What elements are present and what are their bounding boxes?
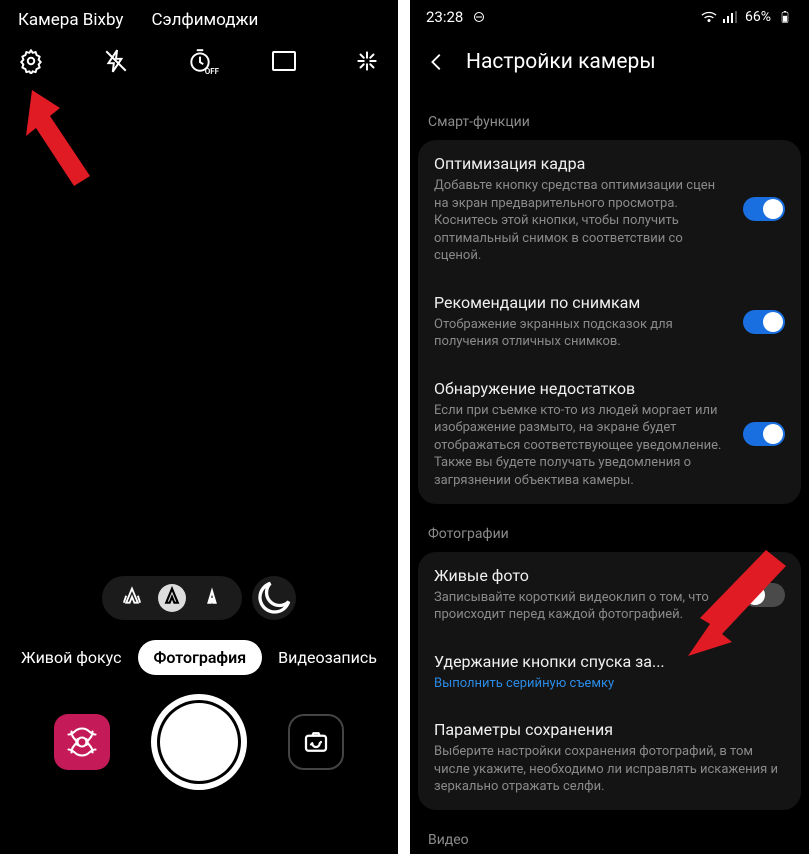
section-video-label: Видео [410,826,809,854]
camera-top-tabs: Камера Bixby Сэлфимоджи [0,0,398,30]
timer-icon[interactable]: OFF [187,48,213,74]
photos-card: Живые фото Записывайте короткий видеокли… [418,552,801,810]
status-time: 23:28 [426,8,463,26]
row-subtitle: Добавьте кнопку средства оптимизации сце… [434,177,731,265]
row-subtitle: Выполнить серийную съемку [434,675,785,693]
switch-camera-icon[interactable] [288,714,344,770]
battery-icon [777,11,793,23]
row-hold-shutter[interactable]: Удержание кнопки спуска за... Выполнить … [418,638,801,707]
status-battery-pct: 66% [745,9,771,25]
camera-toolbar: OFF 3:4 [0,30,398,74]
camera-screen: Камера Bixby Сэлфимоджи OFF 3:4 [0,0,398,854]
shutter-button[interactable] [157,700,241,784]
toggle-scene-optimizer[interactable] [743,197,785,221]
settings-screen: 23:28 66% Настройки камеры Смарт-функции [410,0,809,854]
row-subtitle: Записывайте короткий видеоклип о том, чт… [434,589,731,624]
row-subtitle: Выберите настройки сохранения фотографий… [434,743,785,796]
flash-off-icon[interactable] [103,48,129,74]
gear-icon[interactable] [18,48,44,74]
row-title: Обнаружение недостатков [434,379,731,398]
row-save-options[interactable]: Параметры сохранения Выберите настройки … [418,706,801,810]
tab-selfimoji[interactable]: Сэлфимоджи [151,10,258,30]
zoom-presets [102,576,242,620]
section-photos-label: Фотографии [410,520,809,552]
zoom-ultrawide-icon[interactable] [118,584,146,612]
row-title: Рекомендации по снимкам [434,293,731,312]
settings-header: Настройки камеры [410,32,809,108]
row-scene-optimizer[interactable]: Оптимизация кадра Добавьте кнопку средст… [418,140,801,279]
toggle-shot-suggestions[interactable] [743,310,785,334]
toggle-motion-photo[interactable] [743,583,785,607]
row-title: Живые фото [434,566,731,585]
row-subtitle: Отображение экранных подсказок для получ… [434,316,731,351]
timer-off-label: OFF [205,67,219,76]
row-title: Параметры сохранения [434,720,785,739]
smart-functions-card: Оптимизация кадра Добавьте кнопку средст… [418,140,801,504]
row-motion-photo[interactable]: Живые фото Записывайте короткий видеокли… [418,552,801,638]
camera-mode-row: Живой фокус Фотография Видеозапись [0,640,398,675]
gallery-thumbnail[interactable] [54,714,110,770]
mode-live-focus[interactable]: Живой фокус [21,648,121,667]
back-icon[interactable] [426,51,448,73]
aspect-ratio-icon[interactable]: 3:4 [272,51,296,71]
row-subtitle: Если при съемке кто-то из людей моргает … [434,402,731,490]
status-bar: 23:28 66% [410,0,809,32]
toggle-flaw-detection[interactable] [743,422,785,446]
section-smart-label: Смарт-функции [410,108,809,140]
filters-icon[interactable] [354,48,380,74]
mode-video[interactable]: Видеозапись [278,648,377,667]
night-mode-icon[interactable] [252,576,296,620]
row-shot-suggestions[interactable]: Рекомендации по снимкам Отображение экра… [418,279,801,365]
wifi-icon [701,11,717,23]
zoom-tele-icon[interactable] [198,584,226,612]
row-title: Удержание кнопки спуска за... [434,652,785,671]
shutter-row [0,700,398,784]
tab-bixby[interactable]: Камера Bixby [18,10,123,30]
row-flaw-detection[interactable]: Обнаружение недостатков Если при съемке … [418,365,801,504]
dnd-icon [471,11,487,23]
mode-photo[interactable]: Фотография [138,640,263,675]
row-title: Оптимизация кадра [434,154,731,173]
annotation-arrow-icon [24,86,104,206]
page-title: Настройки камеры [466,50,656,74]
zoom-wide-icon[interactable] [158,584,186,612]
zoom-preset-row [0,576,398,620]
signal-icon [723,11,739,23]
